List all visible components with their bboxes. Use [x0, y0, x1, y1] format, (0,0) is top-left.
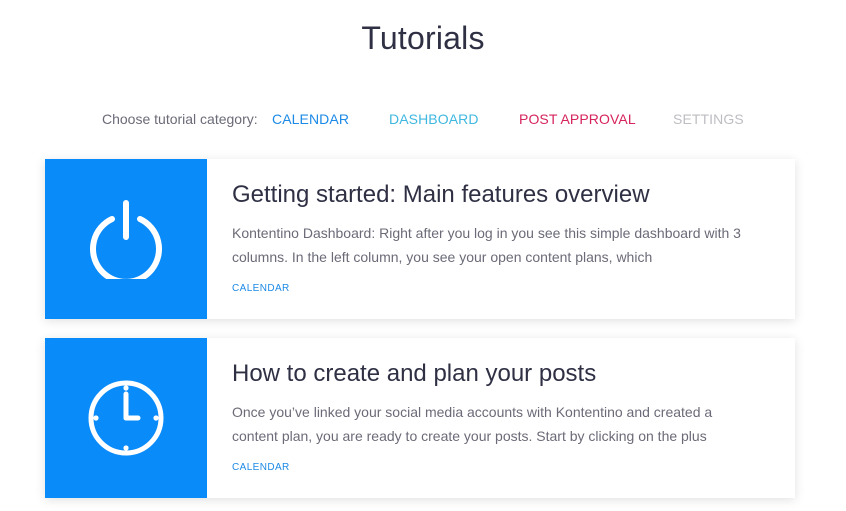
- tutorial-icon-box: [45, 159, 207, 319]
- category-filter-label: Choose tutorial category:: [102, 111, 258, 127]
- category-dashboard-link[interactable]: DASHBOARD: [389, 111, 479, 127]
- clock-icon: [88, 380, 164, 456]
- tutorial-category-tag[interactable]: CALENDAR: [232, 462, 290, 473]
- category-settings-link[interactable]: SETTINGS: [673, 111, 744, 127]
- tutorial-excerpt: Kontentino Dashboard: Right after you lo…: [232, 225, 741, 265]
- page-title: Tutorials: [361, 20, 485, 56]
- tutorial-card[interactable]: Getting started: Main features overview …: [45, 159, 795, 319]
- tutorial-card[interactable]: How to create and plan your posts Once y…: [45, 338, 795, 498]
- tutorial-title[interactable]: How to create and plan your posts: [232, 360, 596, 388]
- power-icon: [90, 200, 162, 279]
- tutorial-excerpt: Once you’ve linked your social media acc…: [232, 404, 713, 444]
- tutorial-category-tag[interactable]: CALENDAR: [232, 283, 290, 294]
- tutorial-icon-box: [45, 338, 207, 498]
- category-calendar-link[interactable]: CALENDAR: [272, 111, 349, 127]
- tutorial-title[interactable]: Getting started: Main features overview: [232, 181, 650, 209]
- category-post-approval-link[interactable]: POST APPROVAL: [519, 111, 636, 127]
